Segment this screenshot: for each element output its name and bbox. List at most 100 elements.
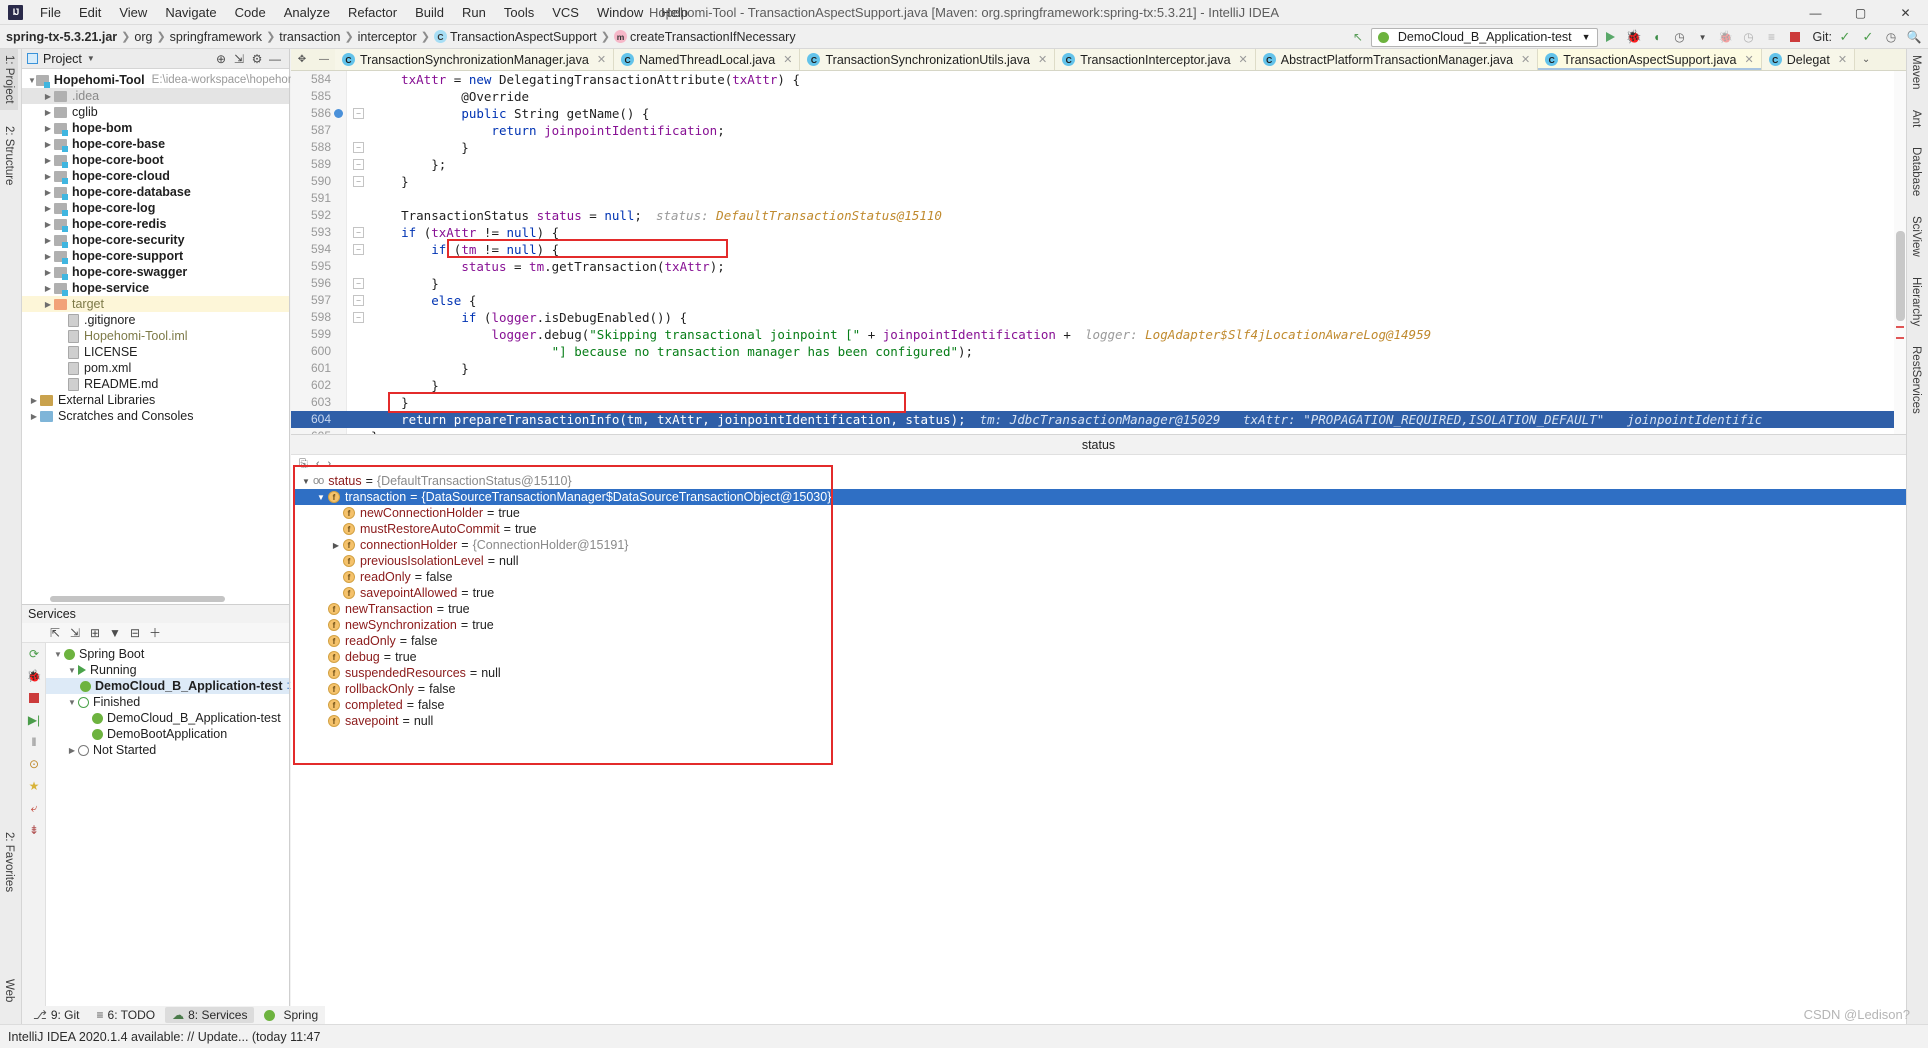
- editor-scroll-thumb[interactable]: [1896, 231, 1905, 321]
- filter-icon[interactable]: ▼: [106, 625, 124, 641]
- code-fold-icon[interactable]: −: [353, 227, 364, 238]
- variable-row[interactable]: ▶ f connectionHolder = {ConnectionHolder@151…: [295, 537, 1906, 553]
- bottom-tab-git[interactable]: ⎇ 9: Git: [26, 1007, 87, 1023]
- code-line[interactable]: 584 txAttr = new DelegatingTransactionAt…: [291, 71, 1906, 88]
- tree-item[interactable]: ▶ Scratches and Consoles: [22, 408, 289, 424]
- code-fold-icon[interactable]: −: [353, 244, 364, 255]
- bottom-tab-todo[interactable]: ≡ 6: TODO: [90, 1007, 163, 1023]
- variable-row[interactable]: f mustRestoreAutoCommit = true: [295, 521, 1906, 537]
- code-line[interactable]: 592 TransactionStatus status = null; stat…: [291, 207, 1906, 224]
- locate-file-icon[interactable]: ⊕: [212, 51, 230, 67]
- scroll-end-icon[interactable]: ⇟: [22, 819, 46, 841]
- breadcrumb-transaction[interactable]: transaction: [279, 30, 340, 44]
- code-line[interactable]: 604 return prepareTransactionInfo(tm, tx…: [291, 411, 1906, 428]
- back-arrow-icon[interactable]: ↖: [1348, 27, 1368, 47]
- tree-item[interactable]: ▶ hope-core-cloud: [22, 168, 289, 184]
- chevron-right-icon[interactable]: ▶: [329, 541, 343, 550]
- service-node[interactable]: DemoBootApplication: [46, 726, 289, 742]
- collapse-all-icon[interactable]: ⇲: [66, 625, 84, 641]
- menu-vcs[interactable]: VCS: [543, 2, 588, 23]
- breadcrumb-interceptor[interactable]: interceptor: [358, 30, 417, 44]
- service-node[interactable]: ▼ Spring Boot: [46, 646, 289, 662]
- close-tab-icon[interactable]: ✕: [1838, 53, 1847, 66]
- variable-row[interactable]: f previousIsolationLevel = null: [295, 553, 1906, 569]
- evaluate-icon[interactable]: ⎘: [299, 458, 308, 471]
- menu-refactor[interactable]: Refactor: [339, 2, 406, 23]
- variable-row[interactable]: f savepointAllowed = true: [295, 585, 1906, 601]
- tool-tab-hierarchy[interactable]: Hierarchy: [1907, 271, 1925, 332]
- tool-tab-database[interactable]: Database: [1907, 141, 1925, 202]
- add-service-icon[interactable]: ＋: [146, 625, 164, 641]
- favorite-icon[interactable]: ★: [22, 775, 46, 797]
- tool-tab-ant[interactable]: Ant: [1907, 104, 1925, 133]
- breadcrumb-class[interactable]: TransactionAspectSupport: [450, 30, 597, 44]
- code-fold-icon[interactable]: −: [353, 159, 364, 170]
- code-fold-icon[interactable]: −: [353, 312, 364, 323]
- error-stripe-mark[interactable]: [1896, 337, 1904, 339]
- filter-services-icon[interactable]: ⊙: [22, 753, 46, 775]
- tree-item[interactable]: ▶ .idea: [22, 88, 289, 104]
- service-node[interactable]: ▼ Running: [46, 662, 289, 678]
- code-fold-icon[interactable]: −: [353, 142, 364, 153]
- stop-button[interactable]: [1785, 27, 1805, 47]
- variable-row[interactable]: f savepoint = null: [295, 713, 1906, 729]
- collapse-all-icon[interactable]: ⇲: [230, 51, 248, 67]
- editor-vertical-scrollbar[interactable]: [1894, 71, 1906, 434]
- editor-tab[interactable]: C Delegat ✕: [1761, 49, 1856, 70]
- menu-navigate[interactable]: Navigate: [156, 2, 225, 23]
- breakpoint-icon[interactable]: [334, 109, 343, 118]
- chevron-right-icon[interactable]: ▶: [42, 236, 54, 245]
- close-tab-icon[interactable]: ✕: [597, 53, 606, 66]
- hide-editor-icon[interactable]: —: [313, 49, 335, 70]
- code-line[interactable]: 595 status = tm.getTransaction(txAttr);: [291, 258, 1906, 275]
- close-button[interactable]: ✕: [1883, 0, 1928, 25]
- menu-file[interactable]: File: [31, 2, 70, 23]
- tree-item[interactable]: ▶ target: [22, 296, 289, 312]
- chevron-right-icon[interactable]: ▶: [42, 284, 54, 293]
- error-stripe-mark[interactable]: [1896, 326, 1904, 328]
- maximize-button[interactable]: ▢: [1838, 0, 1883, 25]
- code-line[interactable]: 585 @Override: [291, 88, 1906, 105]
- menu-build[interactable]: Build: [406, 2, 453, 23]
- tree-item[interactable]: ▶ hope-core-base: [22, 136, 289, 152]
- menu-tools[interactable]: Tools: [495, 2, 543, 23]
- variable-row[interactable]: f newTransaction = true: [295, 601, 1906, 617]
- project-horizontal-scrollbar[interactable]: [50, 596, 225, 602]
- tree-item[interactable]: ▶ hope-service: [22, 280, 289, 296]
- chevron-right-icon[interactable]: ▶: [42, 300, 54, 309]
- chevron-right-icon[interactable]: ▶: [42, 252, 54, 261]
- menu-window[interactable]: Window: [588, 2, 652, 23]
- tree-item[interactable]: ▶ External Libraries: [22, 392, 289, 408]
- chevron-down-icon[interactable]: ▼: [28, 76, 36, 85]
- code-line[interactable]: 586 public String getName() {−: [291, 105, 1906, 122]
- variable-row[interactable]: f suspendedResources = null: [295, 665, 1906, 681]
- code-fold-icon[interactable]: −: [353, 108, 364, 119]
- code-fold-icon[interactable]: −: [353, 295, 364, 306]
- tree-item[interactable]: ▶ hope-core-security: [22, 232, 289, 248]
- code-line[interactable]: 593 if (txAttr != null) {−: [291, 224, 1906, 241]
- tool-tab-structure[interactable]: 2: Structure: [0, 120, 18, 191]
- chevron-right-icon[interactable]: ▶: [28, 396, 40, 405]
- code-line[interactable]: 597 else {−: [291, 292, 1906, 309]
- code-line[interactable]: 591: [291, 190, 1906, 207]
- menu-edit[interactable]: Edit: [70, 2, 110, 23]
- services-tree[interactable]: ▼ Spring Boot ▼ Running DemoCloud_B_Applicat…: [46, 643, 302, 1024]
- code-lines[interactable]: 584 txAttr = new DelegatingTransactionAt…: [291, 71, 1906, 434]
- tree-item[interactable]: .gitignore: [22, 312, 289, 328]
- bottom-tab-spring[interactable]: Spring: [257, 1007, 325, 1023]
- search-everywhere-icon[interactable]: 🔍: [1904, 27, 1924, 47]
- run-dashboard-icon[interactable]: ≡: [1762, 27, 1782, 47]
- code-line[interactable]: 587 return joinpointIdentification;: [291, 122, 1906, 139]
- group-icon[interactable]: ⊞: [86, 625, 104, 641]
- chevron-right-icon[interactable]: ▶: [42, 124, 54, 133]
- next-frame-icon[interactable]: ›: [327, 458, 331, 470]
- tree-item[interactable]: ▶ hope-core-swagger: [22, 264, 289, 280]
- chevron-down-icon[interactable]: ▼: [87, 54, 95, 63]
- resume-icon[interactable]: ▶|: [22, 709, 46, 731]
- service-node[interactable]: ▶ Not Started: [46, 742, 289, 758]
- hide-panel-icon[interactable]: —: [266, 51, 284, 67]
- chevron-down-icon[interactable]: ▼: [66, 666, 78, 675]
- close-tab-icon[interactable]: ✕: [1239, 53, 1248, 66]
- menu-view[interactable]: View: [110, 2, 156, 23]
- code-line[interactable]: 602 }: [291, 377, 1906, 394]
